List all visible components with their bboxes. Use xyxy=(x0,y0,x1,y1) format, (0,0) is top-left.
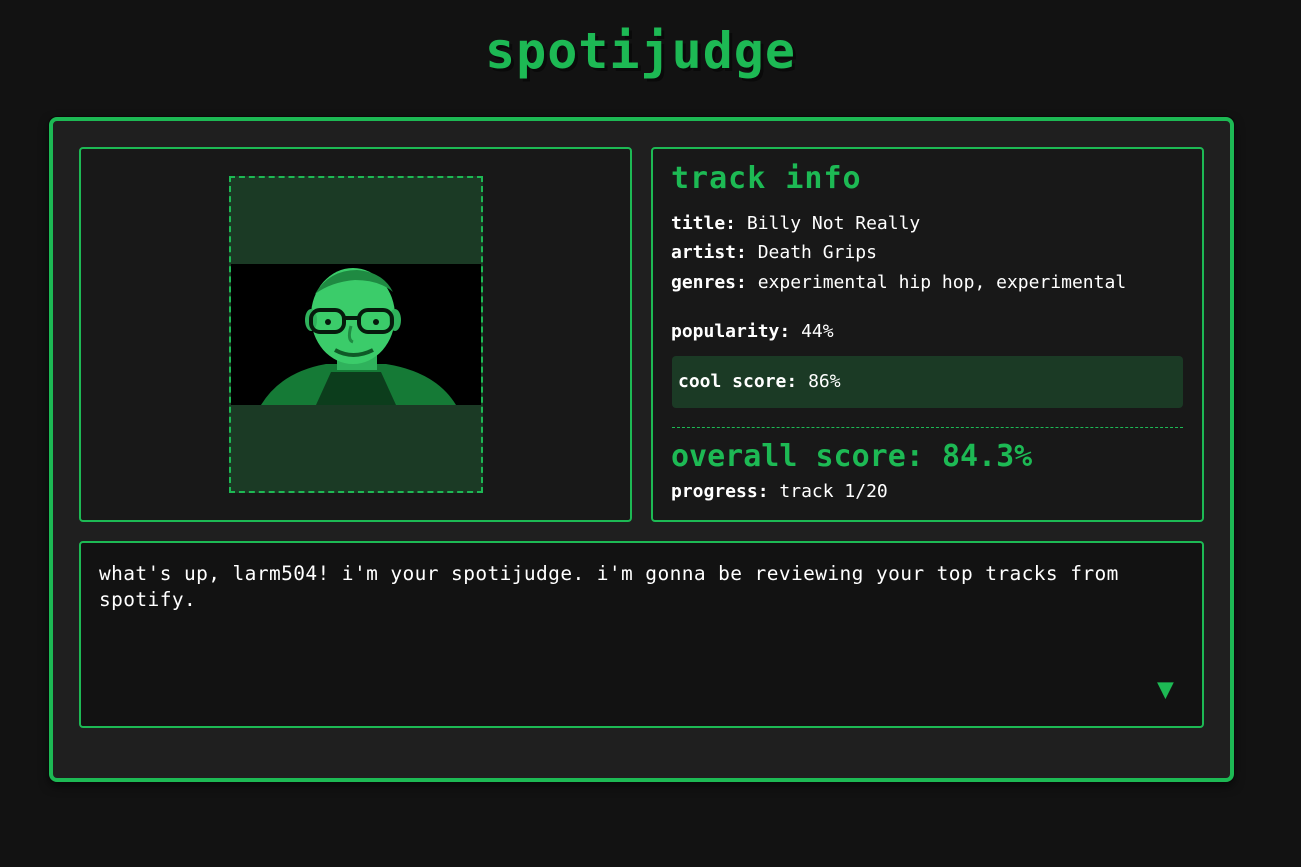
track-popularity-label: popularity: xyxy=(671,321,791,342)
album-cover-image xyxy=(231,264,481,405)
cool-score-row: cool score: 86% xyxy=(678,371,841,392)
triangle-down-icon[interactable]: ▼ xyxy=(1157,675,1174,703)
track-title-row: title: Billy Not Really xyxy=(671,215,1191,233)
album-art-frame xyxy=(229,176,483,493)
dialog-text: what's up, larm504! i'm your spotijudge.… xyxy=(99,562,1119,611)
track-artist-row: artist: Death Grips xyxy=(671,244,1191,262)
cool-score-value: 86% xyxy=(808,371,841,392)
overall-score: overall score: 84.3% xyxy=(671,439,1032,474)
overall-score-label: overall score: xyxy=(671,439,924,474)
progress-label: progress: xyxy=(671,481,769,502)
app-title: spotijudge xyxy=(484,22,797,80)
track-genres-row: genres: experimental hip hop, experiment… xyxy=(671,274,1191,292)
progress-value: track 1/20 xyxy=(779,481,888,502)
track-artist-label: artist: xyxy=(671,242,747,263)
track-title-value: Billy Not Really xyxy=(746,213,921,234)
track-genres-label: genres: xyxy=(671,272,747,293)
track-popularity-value: 44% xyxy=(801,321,834,342)
overall-score-value: 84.3% xyxy=(941,439,1033,474)
track-info-heading: track info xyxy=(671,161,862,196)
cool-score-label: cool score: xyxy=(678,371,798,392)
track-genres-value: experimental hip hop, experimental xyxy=(757,272,1127,293)
score-divider xyxy=(672,427,1183,428)
track-artist-value: Death Grips xyxy=(757,242,877,263)
track-title-label: title: xyxy=(671,213,737,234)
track-popularity-row: popularity: 44% xyxy=(671,323,1191,341)
progress-row: progress: track 1/20 xyxy=(671,481,888,502)
